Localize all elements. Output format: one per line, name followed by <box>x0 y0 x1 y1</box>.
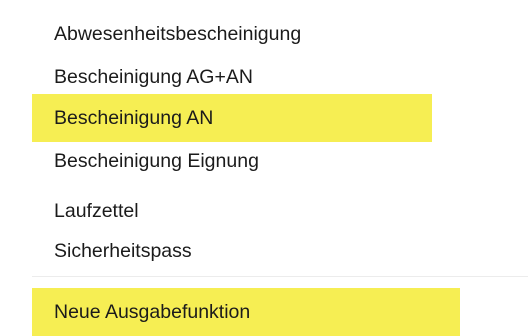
menu-item-bescheinigung-an[interactable]: Bescheinigung AN <box>32 94 432 142</box>
menu-item-bescheinigung-eignung[interactable]: Bescheinigung Eignung <box>32 137 452 185</box>
menu-separator <box>32 276 528 277</box>
menu-item-neue-ausgabefunktion[interactable]: Neue Ausgabefunktion <box>32 288 460 336</box>
menu-item-abwesenheitsbescheinigung[interactable]: Abwesenheitsbescheinigung <box>32 10 452 58</box>
menu-item-sicherheitspass[interactable]: Sicherheitspass <box>32 227 452 275</box>
context-menu: Abwesenheitsbescheinigung Bescheinigung … <box>0 0 528 336</box>
